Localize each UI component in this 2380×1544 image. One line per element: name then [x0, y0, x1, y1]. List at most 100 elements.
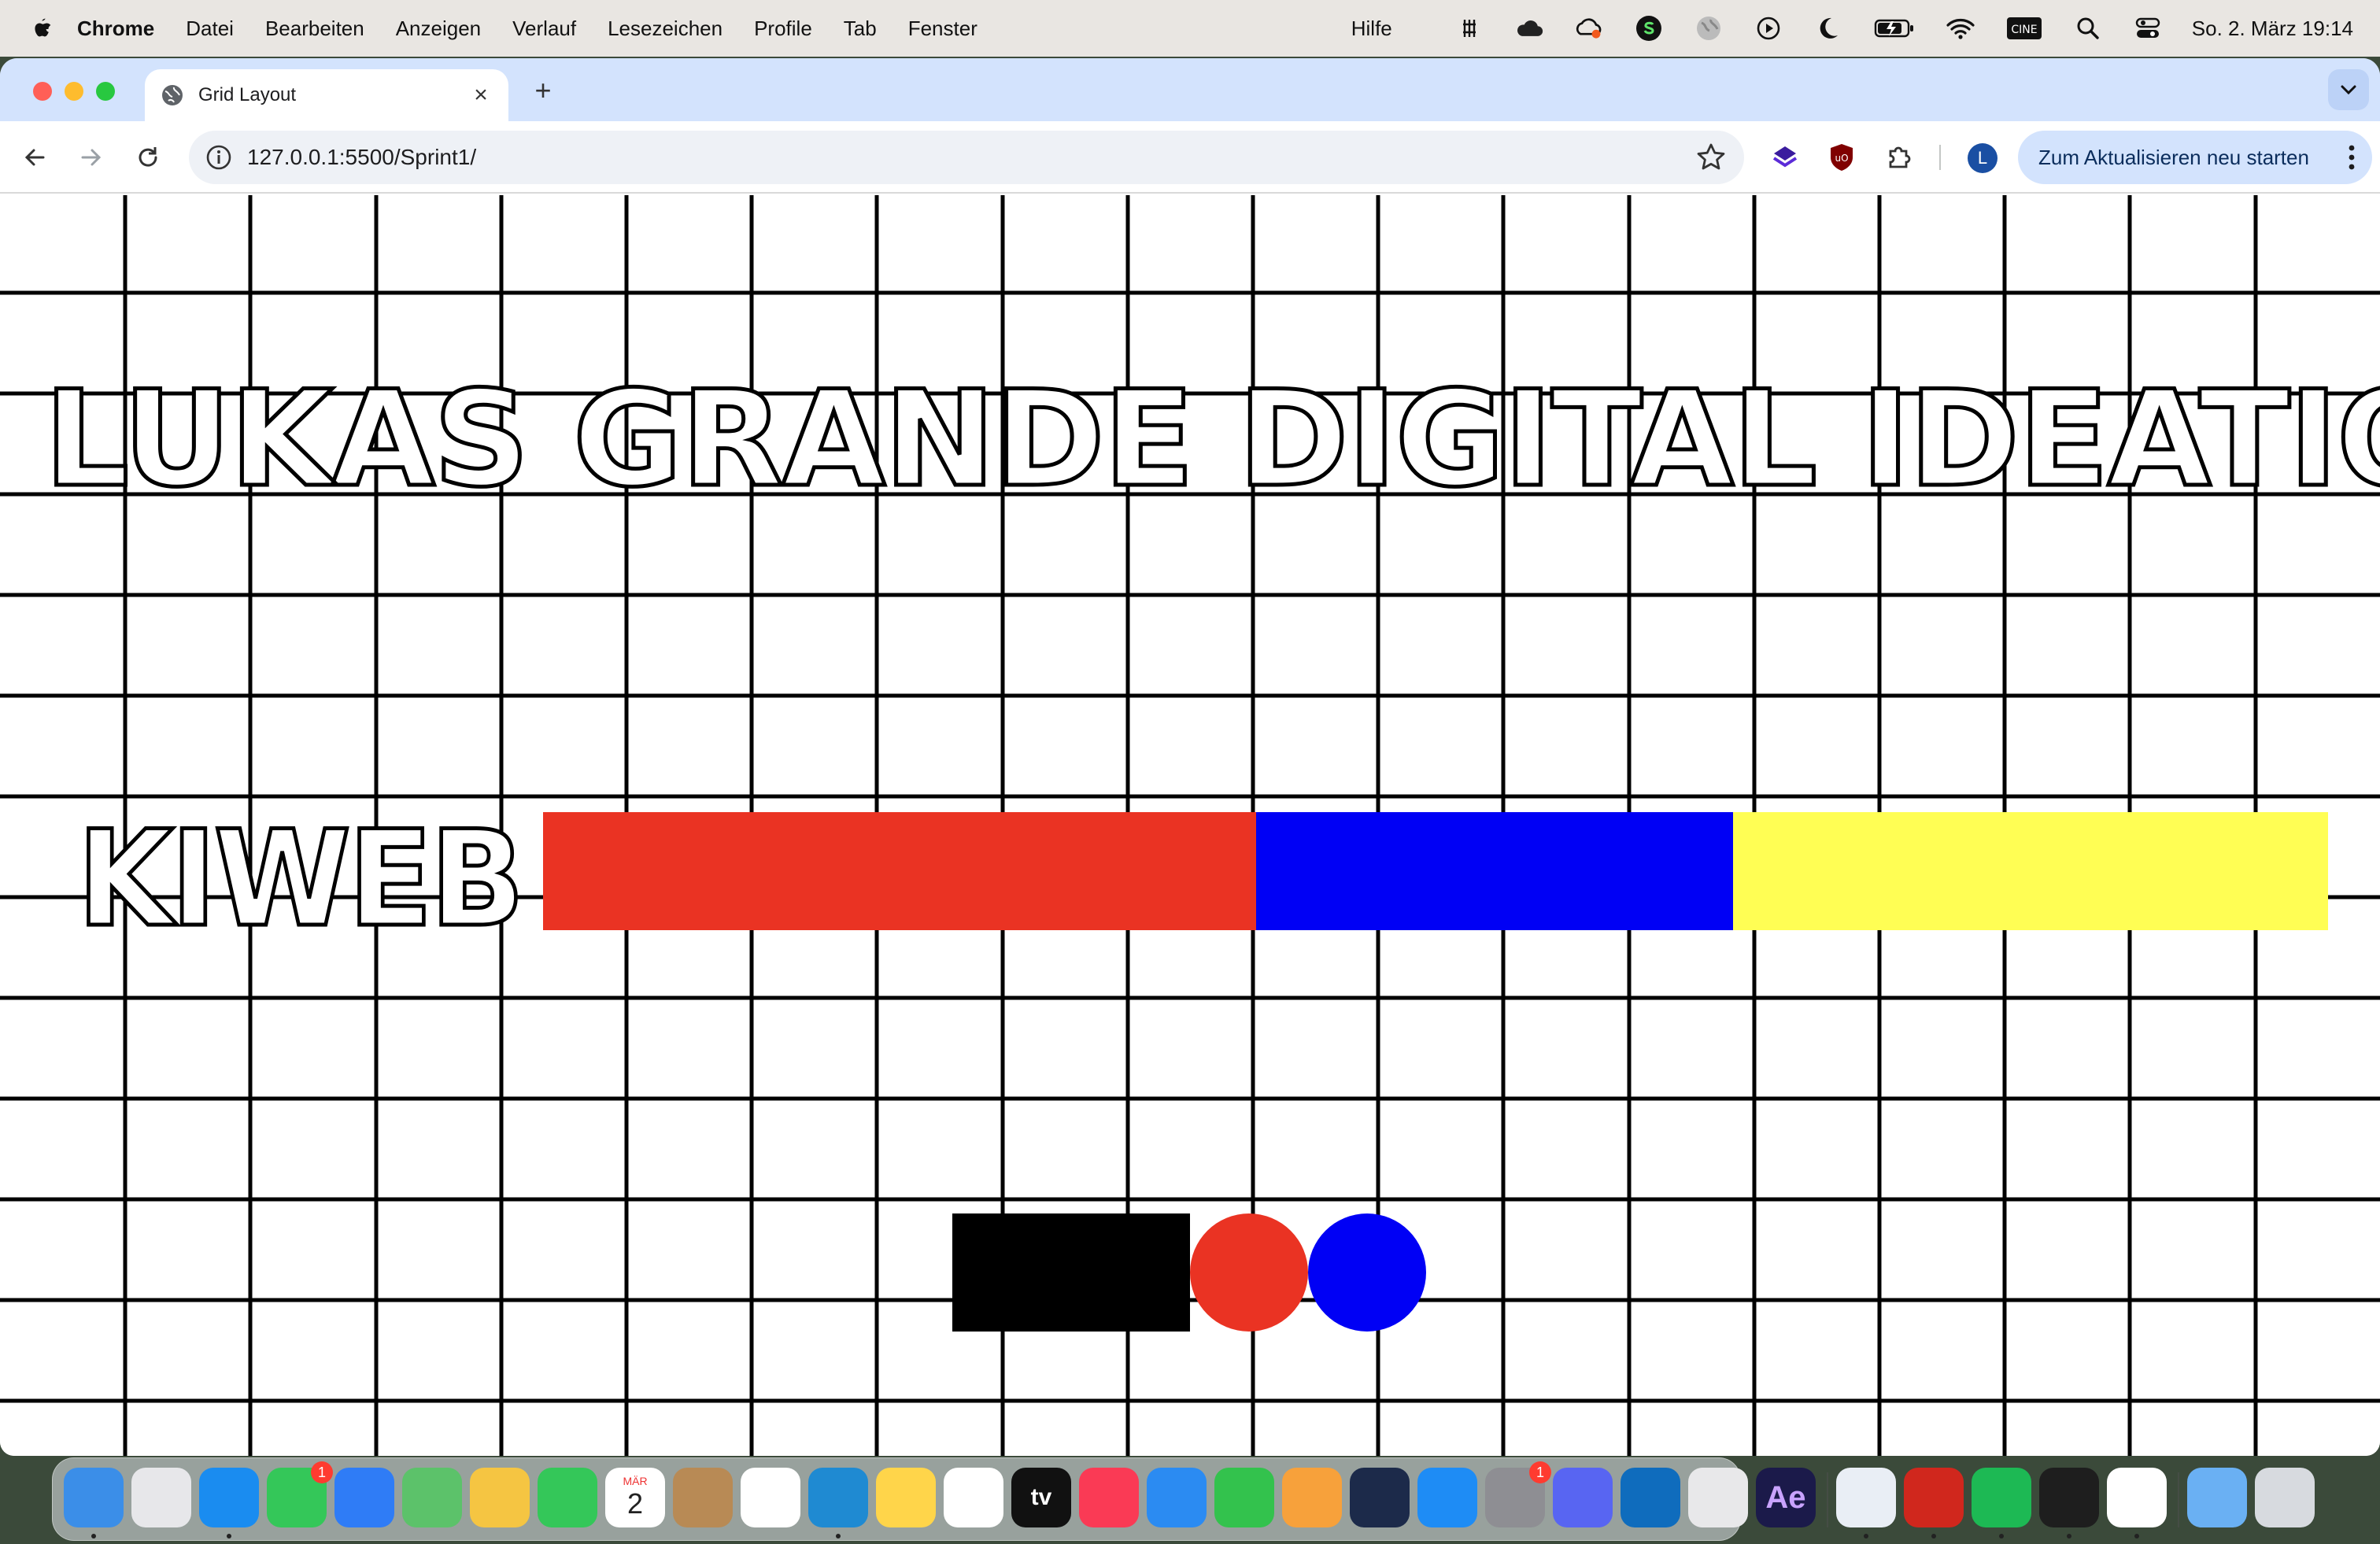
zoom-window-button[interactable]: [96, 82, 115, 101]
new-tab-button[interactable]: +: [526, 74, 560, 109]
notch-icon[interactable]: [1455, 14, 1484, 42]
battery-icon[interactable]: [1874, 14, 1915, 42]
messages-icon[interactable]: 1: [267, 1461, 333, 1527]
facetime-icon[interactable]: [538, 1468, 597, 1527]
red-bar: [543, 812, 1256, 930]
acrobat-icon[interactable]: [1904, 1468, 1964, 1527]
ublock-icon[interactable]: uO: [1824, 140, 1859, 175]
arrow-left-icon: [24, 149, 45, 166]
outlook-icon[interactable]: [1621, 1468, 1680, 1527]
menu-app-name[interactable]: Chrome: [77, 17, 154, 41]
trash-icon[interactable]: [2255, 1468, 2315, 1527]
tab-grid-layout[interactable]: Grid Layout ×: [145, 69, 508, 121]
back-button[interactable]: [17, 140, 52, 175]
mail-icon[interactable]: [334, 1468, 394, 1527]
tab-close-icon[interactable]: ×: [469, 82, 493, 109]
tab-strip: Grid Layout × +: [0, 58, 2380, 121]
profile-avatar[interactable]: L: [1968, 143, 1998, 173]
system-settings-icon[interactable]: 1: [1485, 1461, 1551, 1527]
tab-search-button[interactable]: [2328, 69, 2369, 110]
menu-bearbeiten[interactable]: Bearbeiten: [265, 17, 364, 41]
menu-verlauf[interactable]: Verlauf: [512, 17, 576, 41]
menu-clock[interactable]: So. 2. März 19:14: [2192, 17, 2353, 41]
address-bar[interactable]: 127.0.0.1:5500/Sprint1/: [189, 131, 1744, 184]
apple-logo-icon[interactable]: [28, 14, 54, 42]
maps-icon[interactable]: [402, 1468, 462, 1527]
menu-lesezeichen[interactable]: Lesezeichen: [608, 17, 722, 41]
downloads-folder-icon[interactable]: [2187, 1468, 2247, 1527]
contacts-icon[interactable]: [673, 1468, 733, 1527]
url-text[interactable]: 127.0.0.1:5500/Sprint1/: [247, 145, 1695, 170]
cloud-icon[interactable]: [1515, 14, 1543, 42]
menu-tab[interactable]: Tab: [844, 17, 877, 41]
browser-toolbar: 127.0.0.1:5500/Sprint1/ uO L Zum Aktuali…: [0, 121, 2380, 194]
slack-icon[interactable]: [2107, 1468, 2167, 1527]
forward-button[interactable]: [74, 140, 109, 175]
skype-icon[interactable]: [1635, 14, 1663, 42]
dock: 1 MÄR 2 tv 1 Ae: [52, 1457, 2315, 1541]
blue-bar: [1256, 812, 1733, 930]
running-indicator-dot: [836, 1534, 841, 1538]
notes-icon[interactable]: [876, 1468, 936, 1527]
play-icon[interactable]: [1754, 14, 1783, 42]
apple-tv-icon[interactable]: tv: [1011, 1468, 1071, 1527]
control-center-icon[interactable]: [2134, 14, 2162, 42]
reload-button[interactable]: [131, 140, 165, 175]
running-indicator-dot: [91, 1534, 96, 1538]
iphone-mirroring-icon[interactable]: [1688, 1468, 1748, 1527]
globe-icon[interactable]: [1694, 14, 1723, 42]
vscode-icon[interactable]: [808, 1468, 868, 1527]
browser-window: Grid Layout × + 127.0.0.1:5500/Sprint1/ …: [0, 58, 2380, 1456]
update-restart-label: Zum Aktualisieren neu starten: [2038, 145, 2309, 169]
tab-title: Grid Layout: [198, 84, 297, 105]
menu-hilfe[interactable]: Hilfe: [1351, 17, 1392, 41]
figma-icon[interactable]: [2039, 1468, 2099, 1527]
dock-separator: [2178, 1472, 2179, 1527]
numbers-icon[interactable]: [1214, 1468, 1274, 1527]
music-icon[interactable]: [1079, 1468, 1139, 1527]
creative-cloud-icon[interactable]: [1575, 14, 1603, 42]
layers-extension-icon[interactable]: [1768, 140, 1802, 175]
close-window-button[interactable]: [33, 82, 52, 101]
dock-separator: [1827, 1472, 1828, 1527]
running-indicator-dot: [2134, 1534, 2139, 1538]
black-rectangle: [952, 1213, 1190, 1332]
reminders-icon[interactable]: [741, 1468, 800, 1527]
minimize-window-button[interactable]: [65, 82, 83, 101]
more-menu-icon[interactable]: [2347, 143, 2356, 172]
app-store-icon[interactable]: [1417, 1468, 1477, 1527]
calendar-day-label: 2: [626, 1487, 644, 1520]
photos-icon[interactable]: [470, 1468, 530, 1527]
svg-text:uO: uO: [1835, 153, 1848, 164]
safari-icon[interactable]: [199, 1468, 259, 1527]
menu-anzeigen[interactable]: Anzeigen: [396, 17, 481, 41]
after-effects-icon[interactable]: Ae: [1756, 1468, 1816, 1527]
puzzle-icon[interactable]: [1881, 140, 1916, 175]
update-restart-button[interactable]: Zum Aktualisieren neu starten: [2018, 131, 2372, 184]
moon-icon[interactable]: [1814, 14, 1842, 42]
pages-icon[interactable]: [1282, 1468, 1342, 1527]
bookmark-star-icon[interactable]: [1695, 142, 1727, 173]
menu-profile[interactable]: Profile: [754, 17, 812, 41]
launchpad-icon[interactable]: [131, 1468, 191, 1527]
menu-fenster[interactable]: Fenster: [908, 17, 978, 41]
menu-datei[interactable]: Datei: [186, 17, 234, 41]
running-indicator-dot: [1864, 1534, 1868, 1538]
running-indicator-dot: [227, 1534, 231, 1538]
toolbar-separator: [1939, 145, 1941, 170]
cinema-icon[interactable]: CINE: [2006, 14, 2042, 42]
calendar-icon[interactable]: MÄR 2: [605, 1468, 665, 1527]
site-info-icon[interactable]: [205, 143, 233, 172]
cinema4d-icon[interactable]: [1350, 1468, 1410, 1527]
finder-icon[interactable]: [64, 1468, 124, 1527]
search-icon[interactable]: [2074, 14, 2102, 42]
chrome-icon[interactable]: [1836, 1468, 1896, 1527]
keynote-icon[interactable]: [1147, 1468, 1207, 1527]
blue-circle: [1308, 1213, 1426, 1332]
discord-icon[interactable]: [1553, 1468, 1613, 1527]
running-indicator-dot: [1999, 1534, 2004, 1538]
freeform-icon[interactable]: [944, 1468, 1003, 1527]
spotify-icon[interactable]: [1972, 1468, 2031, 1527]
wifi-icon[interactable]: [1946, 14, 1975, 42]
reload-icon: [139, 147, 157, 167]
